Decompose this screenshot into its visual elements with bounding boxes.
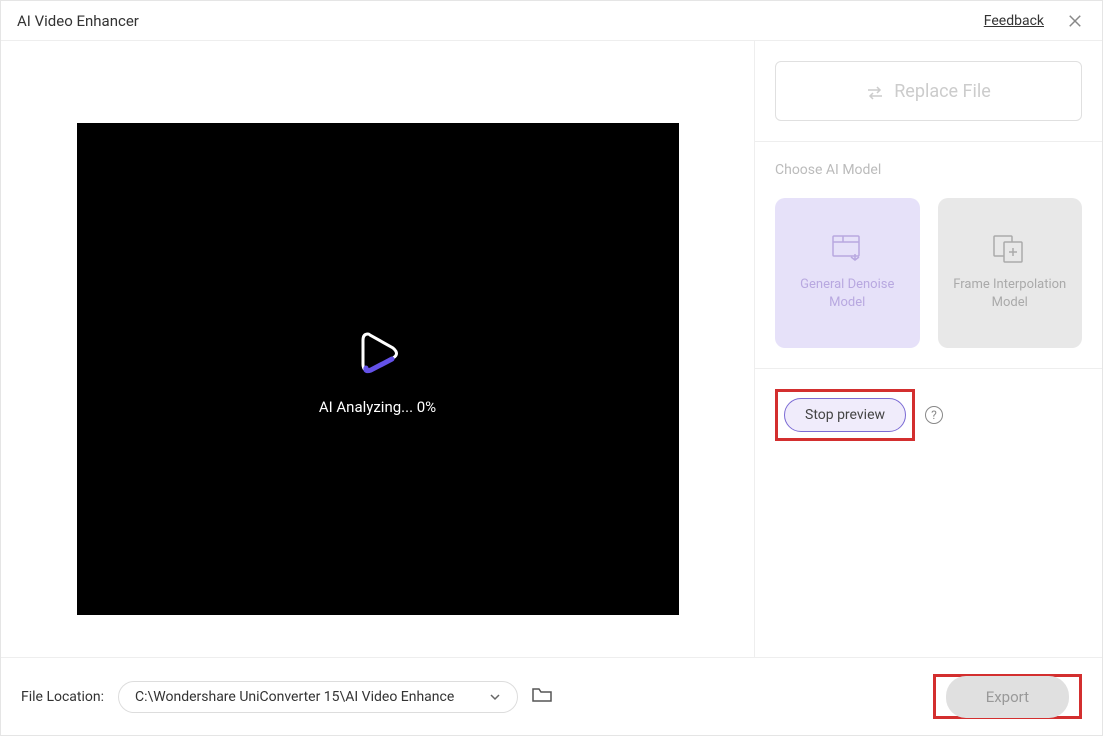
app-title: AI Video Enhancer [17,12,139,30]
replace-section: Replace File [755,41,1102,141]
video-preview: AI Analyzing... 0% [77,123,679,615]
highlight-annotation: Export [933,674,1082,719]
model-name: General Denoise Model [775,276,920,312]
model-name: Frame Interpolation Model [938,276,1083,312]
titlebar-actions: Feedback [984,10,1086,32]
model-section-label: Choose AI Model [775,162,1082,178]
denoise-icon [829,234,865,264]
file-path-select[interactable]: C:\Wondershare UniConverter 15\AI Video … [118,681,518,713]
file-path-value: C:\Wondershare UniConverter 15\AI Video … [135,689,454,705]
footer-right: Export [933,676,1082,718]
model-card-interpolation[interactable]: Frame Interpolation Model [938,198,1083,348]
export-button[interactable]: Export [946,676,1069,718]
model-grid: General Denoise Model Frame Interpolatio… [775,198,1082,348]
model-section: Choose AI Model General Denoise Model [755,142,1102,368]
replace-file-label: Replace File [894,81,991,102]
swap-icon [866,84,884,98]
analyzing-status: AI Analyzing... 0% [319,398,436,416]
highlight-annotation: Stop preview [775,389,915,441]
stop-preview-button[interactable]: Stop preview [784,398,906,432]
folder-icon[interactable] [532,687,552,707]
footer: File Location: C:\Wondershare UniConvert… [1,657,1102,736]
interpolation-icon [992,234,1028,264]
feedback-link[interactable]: Feedback [984,13,1044,29]
help-icon[interactable]: ? [925,406,943,424]
video-area: AI Analyzing... 0% [1,41,754,657]
file-location-label: File Location: [21,689,104,705]
preview-section: Stop preview ? [755,368,1102,461]
close-icon[interactable] [1064,10,1086,32]
play-logo-icon [348,322,408,382]
replace-file-button[interactable]: Replace File [775,61,1082,121]
main-content: AI Analyzing... 0% Replace File Choose A… [1,41,1102,657]
model-card-denoise[interactable]: General Denoise Model [775,198,920,348]
footer-left: File Location: C:\Wondershare UniConvert… [21,681,552,713]
titlebar: AI Video Enhancer Feedback [1,1,1102,41]
chevron-down-icon [489,689,501,705]
sidebar: Replace File Choose AI Model General D [754,41,1102,657]
